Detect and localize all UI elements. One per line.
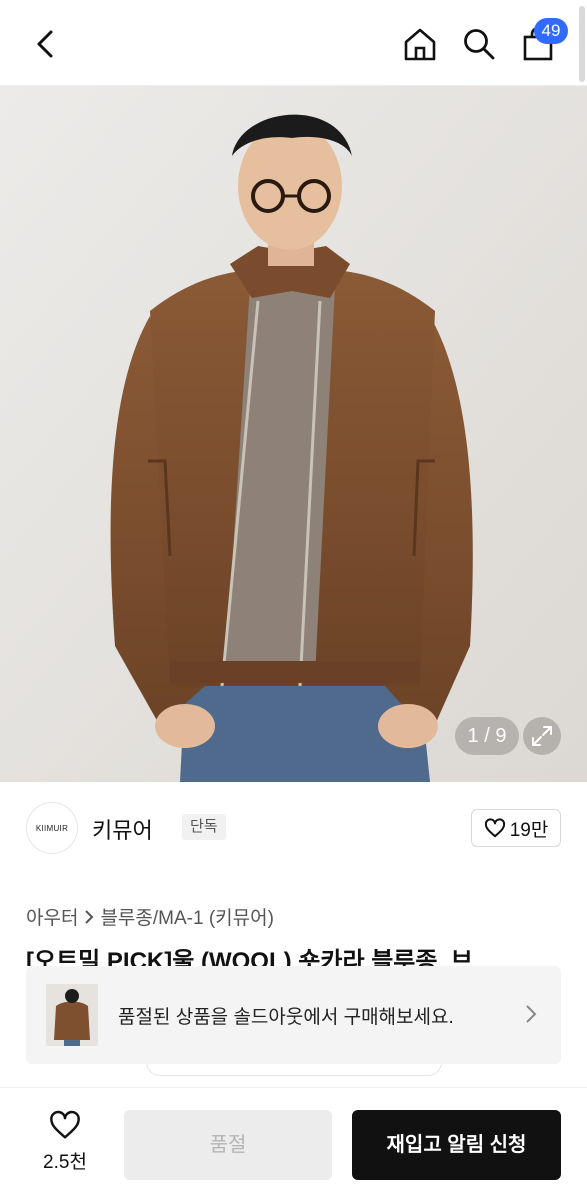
cart-count-badge: 49 bbox=[534, 18, 568, 44]
top-nav-bar: 49 bbox=[0, 0, 587, 86]
breadcrumb: 아우터 블루종/MA-1 (키뮤어) bbox=[26, 903, 274, 930]
expand-image-button[interactable] bbox=[523, 717, 561, 755]
brand-like-count: 19만 bbox=[509, 819, 549, 841]
wishlist-button[interactable]: 2.5천 bbox=[28, 1110, 102, 1174]
brand-name[interactable]: 키뮤어 bbox=[92, 813, 153, 845]
heart-icon bbox=[50, 1110, 80, 1139]
chevron-right-icon bbox=[526, 1005, 537, 1023]
wishlist-count: 2.5천 bbox=[43, 1152, 87, 1173]
breadcrumb-subcategory[interactable]: 블루종/MA-1 (키뮤어) bbox=[100, 903, 274, 930]
brand-logo[interactable]: KIIMUIR bbox=[26, 802, 78, 854]
product-image[interactable] bbox=[0, 86, 587, 782]
breadcrumb-category[interactable]: 아우터 bbox=[26, 903, 78, 930]
brand-like-button[interactable]: 19만 bbox=[471, 809, 561, 847]
chevron-right-icon bbox=[85, 909, 94, 924]
soldout-button: 품절 bbox=[124, 1110, 332, 1180]
heart-icon bbox=[484, 818, 505, 838]
chevron-left-icon bbox=[37, 30, 53, 58]
search-icon bbox=[464, 29, 495, 60]
soldout-market-banner[interactable]: 품절된 상품을 솔드아웃에서 구매해보세요. bbox=[26, 966, 561, 1064]
home-button[interactable] bbox=[398, 22, 442, 66]
product-photo-illustration bbox=[0, 86, 587, 782]
expand-icon bbox=[532, 726, 552, 746]
brand-row: KIIMUIR 키뮤어 단독 19만 bbox=[26, 800, 561, 856]
search-button[interactable] bbox=[457, 22, 501, 66]
exclusive-tag: 단독 bbox=[182, 814, 226, 840]
brand-logo-text: KIIMUIR bbox=[35, 823, 69, 833]
bottom-action-bar: 2.5천 품절 재입고 알림 신청 bbox=[0, 1087, 587, 1200]
home-icon bbox=[404, 28, 436, 61]
banner-message: 품절된 상품을 솔드아웃에서 구매해보세요. bbox=[118, 1007, 454, 1028]
product-title: [오트밀 PICK]울 (WOOL) 숏카라 블루종_브 bbox=[26, 948, 473, 966]
restock-alert-button[interactable]: 재입고 알림 신청 bbox=[352, 1110, 561, 1180]
banner-thumbnail bbox=[46, 984, 98, 1046]
back-button[interactable] bbox=[24, 22, 68, 66]
image-counter: 1 / 9 bbox=[455, 717, 519, 755]
scrollbar[interactable] bbox=[579, 6, 585, 82]
cart-button[interactable]: 49 bbox=[516, 18, 568, 66]
